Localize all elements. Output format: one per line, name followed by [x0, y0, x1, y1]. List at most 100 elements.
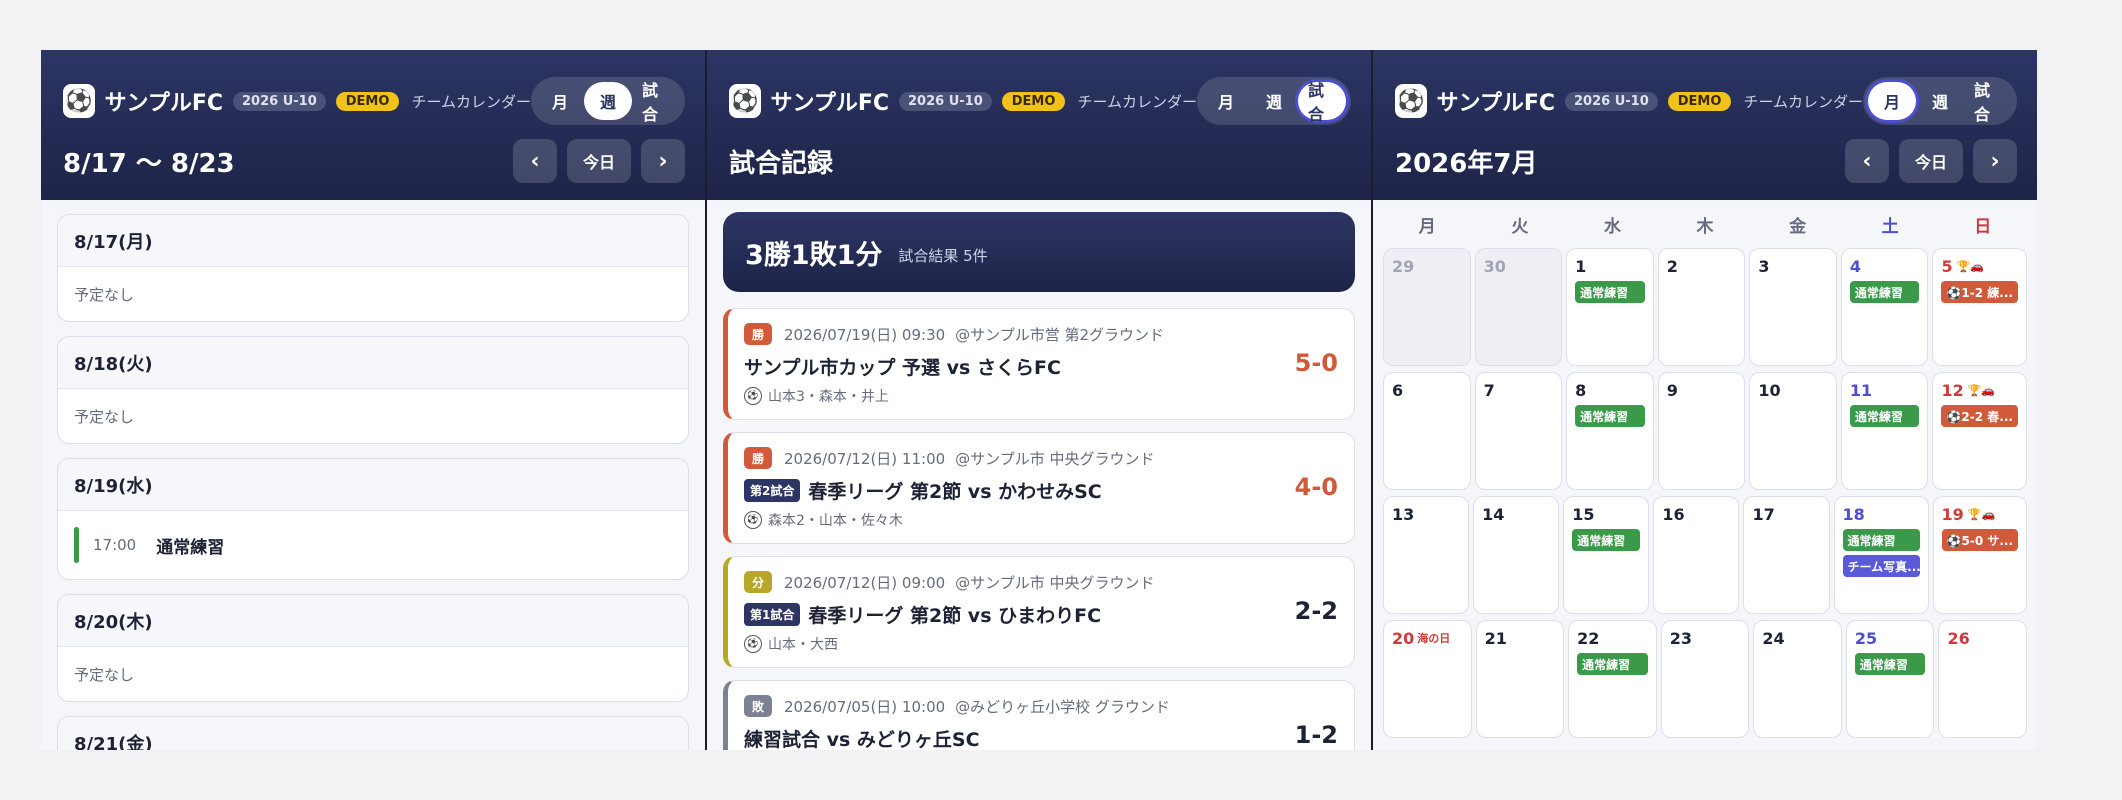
calendar-event-chip[interactable]: 通常練習 [1577, 653, 1648, 675]
match-title: 春季リーグ 第2節 vs ひまわりFC [808, 604, 1102, 627]
calendar-day-cell[interactable]: 5 🏆🚗 ⚽1-2 練... [1932, 248, 2027, 366]
calendar-day-cell[interactable]: 7 [1474, 372, 1563, 490]
event-item[interactable]: 17:00 通常練習 [58, 511, 688, 579]
day-number: 14 [1482, 503, 1550, 525]
calendar-day-cell[interactable]: 14 [1473, 496, 1560, 614]
calendar-day-cell[interactable]: 3 [1749, 248, 1837, 366]
calendar-day-cell[interactable]: 22 通常練習 [1568, 620, 1657, 738]
calendar-event-chip[interactable]: 通常練習 [1575, 405, 1645, 427]
calendar-event-chip[interactable]: 通常練習 [1854, 653, 1926, 675]
day-number: 30 [1484, 255, 1554, 277]
calendar-day-cell[interactable]: 1 通常練習 [1566, 248, 1654, 366]
calendar-day-cell[interactable]: 10 [1749, 372, 1837, 490]
weekday-label: 金 [1789, 217, 1807, 237]
calendar-event-chip[interactable]: 通常練習 [1572, 529, 1641, 551]
match-title-row: 第2試合 春季リーグ 第2節 vs かわせみSC [744, 473, 1338, 507]
today-button[interactable]: 今日 [567, 139, 631, 183]
soccer-ball-icon: ⚽ [744, 511, 762, 529]
calendar-day-cell[interactable]: 8 通常練習 [1566, 372, 1654, 490]
demo-badge: DEMO [1667, 91, 1732, 111]
calendar-event-chip[interactable]: 通常練習 [1849, 281, 1920, 303]
day-number-text: 17 [1752, 504, 1775, 524]
today-button[interactable]: 今日 [1899, 139, 1963, 183]
calendar-week-row: 6 7 8 通常練習 9 10 11 通常練習 12 🏆🚗 ⚽2-2 春... [1381, 372, 2029, 496]
day-number: 11 [1850, 379, 1920, 401]
weekday-label: 月 [1418, 217, 1436, 237]
holiday-label: 海の日 [1417, 632, 1451, 645]
calendar-day-cell[interactable]: 4 通常練習 [1840, 248, 1929, 366]
view-matches-button[interactable]: 試合 [1298, 81, 1346, 124]
calendar-day-cell[interactable]: 17 [1743, 496, 1830, 614]
calendar-day-cell[interactable]: 2 [1657, 248, 1746, 366]
calendar-day-cell[interactable]: 20 海の日 [1383, 620, 1472, 738]
prev-button[interactable]: ‹ [1845, 139, 1889, 183]
view-matches-button[interactable]: 試合 [632, 81, 680, 124]
day-label: 8/17(月) [58, 215, 688, 267]
day-number-text: 30 [1483, 256, 1506, 276]
day-number: 21 [1485, 627, 1556, 649]
match-card[interactable]: 敗 2026/07/05(日) 10:00 @みどりヶ丘小学校 グラウンド 練習試合 … [723, 680, 1355, 750]
page-title: 試合記録 [729, 148, 834, 179]
prev-button[interactable]: ‹ [513, 139, 557, 183]
day-label: 8/20(木) [58, 595, 688, 647]
calendar-day-cell[interactable]: 16 [1653, 496, 1740, 614]
day-label: 8/21(金) [58, 717, 688, 750]
calendar-event-chip[interactable]: ⚽2-2 春... [1941, 405, 2018, 427]
calendar-day-cell[interactable]: 18 通常練習 チーム写真... [1833, 496, 1929, 614]
calendar-day-cell[interactable]: 24 [1753, 620, 1842, 738]
calendar-day-cell[interactable]: 21 [1475, 620, 1565, 738]
calendar-day-cell[interactable]: 26 [1938, 620, 2028, 738]
next-button[interactable]: › [1973, 139, 2017, 183]
day-number: 23 [1670, 627, 1741, 649]
calendar-event-chip[interactable]: ⚽5-0 サ... [1941, 529, 2019, 551]
calendar-day-cell[interactable]: 19 🏆🚗 ⚽5-0 サ... [1932, 496, 2028, 614]
calendar-day-cell[interactable]: 12 🏆🚗 ⚽2-2 春... [1932, 372, 2027, 490]
calendar-day-cell[interactable]: 30 [1474, 248, 1563, 366]
month-grid: 29 30 1 通常練習 2 3 4 通常練習 5 🏆🚗 ⚽1-2 練... 6 7 8 通常練習 9 10 11… [1373, 248, 2037, 744]
day-card: 8/18(火) 予定なし [57, 336, 689, 444]
view-week-button[interactable]: 週 [1250, 82, 1298, 120]
calendar-day-cell[interactable]: 29 [1383, 248, 1471, 366]
match-venue: @サンプル市 中央グラウンド [955, 449, 1155, 468]
view-week-button[interactable]: 週 [1916, 82, 1964, 120]
no-events-text: 予定なし [74, 407, 135, 426]
calendar-event-chip[interactable]: 通常練習 [1849, 405, 1920, 427]
calendar-event-chip[interactable]: ⚽1-2 練... [1941, 281, 2018, 303]
match-venue: @サンプル市 中央グラウンド [955, 573, 1155, 592]
calendar-day-cell[interactable]: 23 [1660, 620, 1750, 738]
calendar-week-row: 13 14 15 通常練習 16 17 18 通常練習 チーム写真... 19 🏆🚗 ⚽5-0 サ..… [1381, 496, 2029, 620]
calendar-day-cell[interactable]: 9 [1657, 372, 1746, 490]
calendar-day-cell[interactable]: 6 [1383, 372, 1471, 490]
day-number-text: 11 [1849, 380, 1873, 400]
week-day-list: 8/17(月) 予定なし 8/18(火) 予定なし 8/19(水) 17:00 … [41, 200, 705, 750]
match-card[interactable]: 勝 2026/07/19(日) 09:30 @サンプル市営 第2グラウンド サンプル市… [723, 308, 1355, 420]
scorers-list: 森本2・山本・佐々木 [768, 513, 903, 529]
soccer-ball-icon: ⚽ [744, 387, 762, 405]
calendar-week-row: 20 海の日 21 22 通常練習 23 24 25 通常練習 26 [1381, 620, 2029, 744]
calendar-event-chip[interactable]: チーム写真... [1842, 555, 1920, 577]
view-matches-button[interactable]: 試合 [1964, 81, 2012, 124]
match-title-row: 第1試合 春季リーグ 第2節 vs ひまわりFC [744, 597, 1338, 631]
view-switcher: 月 週 試合 [531, 77, 685, 125]
period-title: 8/17 〜 8/23 [63, 148, 235, 179]
match-card[interactable]: 分 2026/07/12(日) 09:00 @サンプル市 中央グラウンド 第1試合 春季… [723, 556, 1355, 668]
match-card[interactable]: 勝 2026/07/12(日) 11:00 @サンプル市 中央グラウンド 第2試合 春季… [723, 432, 1355, 544]
calendar-event-chip[interactable]: 通常練習 [1842, 529, 1920, 551]
view-week-button[interactable]: 週 [584, 82, 632, 120]
soccer-ball-icon: ⚽ [744, 635, 762, 653]
match-order-tag: 第2試合 [744, 478, 801, 502]
calendar-day-cell[interactable]: 11 通常練習 [1840, 372, 1929, 490]
calendar-day-cell[interactable]: 15 通常練習 [1563, 496, 1650, 614]
view-month-button[interactable]: 月 [1868, 82, 1916, 120]
next-button[interactable]: › [641, 139, 685, 183]
view-month-button[interactable]: 月 [536, 82, 584, 120]
calendar-event-chip[interactable]: 通常練習 [1575, 281, 1645, 303]
day-number: 6 [1392, 379, 1462, 401]
view-month-button[interactable]: 月 [1202, 82, 1250, 120]
day-label: 8/19(水) [58, 459, 688, 511]
calendar-day-cell[interactable]: 13 [1383, 496, 1470, 614]
day-number: 3 [1758, 255, 1828, 277]
calendar-day-cell[interactable]: 25 通常練習 [1845, 620, 1935, 738]
match-meta: 勝 2026/07/19(日) 09:30 @サンプル市営 第2グラウンド [744, 321, 1338, 347]
match-title-row: サンプル市カップ 予選 vs さくらFC [744, 349, 1338, 383]
